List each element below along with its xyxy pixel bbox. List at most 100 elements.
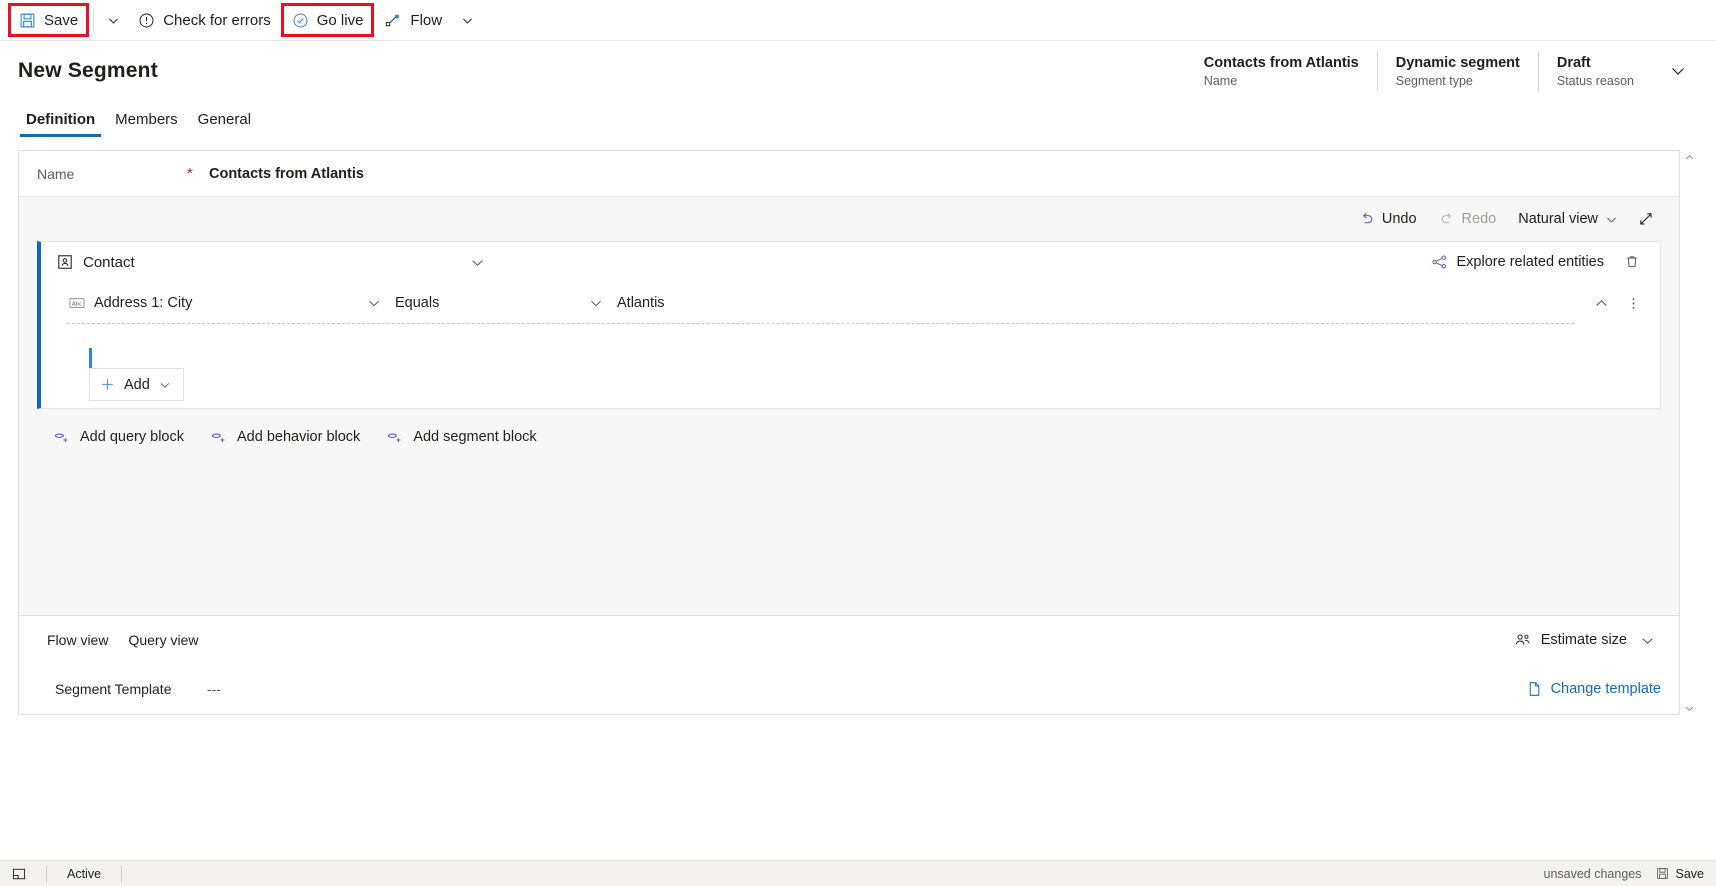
save-icon (1656, 867, 1669, 880)
flow-options-caret[interactable] (452, 5, 482, 35)
more-vertical-icon (1632, 297, 1634, 309)
estimate-size-button[interactable]: Estimate size (1513, 632, 1627, 648)
delete-block-button[interactable] (1618, 248, 1646, 276)
change-template-label: Change template (1550, 681, 1661, 697)
name-field-label: Name (37, 165, 75, 182)
condition-attribute-selector[interactable]: Abc Address 1: City (69, 295, 361, 311)
condition-operator-caret[interactable] (583, 290, 609, 316)
divider (93, 9, 95, 31)
divider (46, 865, 47, 882)
add-condition-label: Add (124, 376, 150, 393)
related-entities-icon (1431, 254, 1448, 270)
view-mode-label: Natural view (1518, 211, 1598, 227)
tab-members[interactable]: Members (107, 111, 186, 137)
header-field-value: Contacts from Atlantis (1203, 54, 1359, 71)
header-field-label: Segment type (1395, 73, 1473, 88)
query-block-icon (53, 430, 70, 445)
tab-definition[interactable]: Definition (18, 111, 103, 137)
status-bar-left: Active (12, 865, 132, 882)
add-behavior-block-link[interactable]: Add behavior block (210, 429, 360, 445)
contact-entity-icon (57, 254, 73, 270)
header-field-status-reason[interactable]: Draft Status reason (1537, 51, 1652, 91)
go-live-button[interactable]: Go live (280, 3, 375, 37)
scroll-down-button[interactable] (1682, 701, 1696, 715)
add-query-block-link[interactable]: Add query block (53, 429, 184, 445)
check-for-errors-button[interactable]: Check for errors (128, 5, 281, 35)
segment-editor-page: Save Check for errors Go live Flow New S… (0, 0, 1716, 886)
plus-icon (100, 377, 115, 392)
query-block-header: Contact Explore related entities (41, 242, 1660, 282)
required-asterisk: * (187, 165, 193, 182)
status-save-button[interactable]: Save (1656, 866, 1705, 881)
flow-button[interactable]: Flow (374, 5, 452, 35)
condition-operator-label[interactable]: Equals (387, 295, 583, 311)
query-block-collapse-button[interactable] (465, 249, 491, 275)
condition-row-actions (1588, 290, 1646, 316)
header-field-label: Status reason (1556, 73, 1634, 88)
query-block-entity[interactable]: Contact (57, 254, 135, 271)
header-field-value: Dynamic segment (1395, 54, 1520, 71)
query-block-contact: Contact Explore related entities Abc Add… (37, 241, 1661, 409)
tab-general[interactable]: General (190, 111, 259, 137)
condition-more-button[interactable] (1620, 290, 1646, 316)
behavior-block-icon (210, 430, 227, 445)
name-field-row: Name * Contacts from Atlantis (19, 151, 1679, 197)
name-field-value[interactable]: Contacts from Atlantis (209, 166, 364, 182)
expand-diagonal-icon (1640, 213, 1652, 225)
footer-template-row: Segment Template --- Change template (19, 664, 1679, 714)
chevron-down-icon (369, 300, 379, 307)
chevron-up-icon (1685, 154, 1693, 159)
chevron-up-icon (1595, 299, 1607, 306)
flow-view-tab[interactable]: Flow view (37, 632, 118, 648)
header-expand-button[interactable] (1664, 57, 1692, 85)
change-template-button[interactable]: Change template (1527, 681, 1661, 697)
chevron-down-icon (472, 259, 483, 266)
chevron-down-icon (108, 18, 118, 24)
definition-panel: Name * Contacts from Atlantis Undo Redo … (18, 150, 1680, 715)
redo-icon (1439, 211, 1455, 227)
save-options-caret[interactable] (98, 5, 128, 35)
chevron-down-icon (462, 18, 472, 24)
header-field-label: Name (1203, 73, 1238, 88)
tab-label: General (197, 111, 252, 128)
add-condition-button[interactable]: Add (89, 368, 184, 401)
header-field-segment-type[interactable]: Dynamic segment Segment type (1376, 51, 1538, 91)
tab-label: Definition (26, 111, 96, 128)
add-segment-block-link[interactable]: Add segment block (386, 429, 537, 445)
segment-block-icon (386, 430, 403, 445)
status-bar: Active unsaved changes Save (0, 860, 1716, 886)
text-field-abc-icon: Abc (69, 296, 85, 310)
flow-label: Flow (410, 11, 443, 29)
form-icon[interactable] (12, 867, 26, 881)
chevron-down-icon (1605, 213, 1618, 226)
query-block-entity-label: Contact (83, 253, 135, 271)
condition-value-field[interactable]: Atlantis (609, 295, 665, 311)
panel-scrollbar[interactable] (1682, 150, 1696, 715)
undo-button[interactable]: Undo (1350, 204, 1426, 234)
save-button[interactable]: Save (8, 3, 90, 37)
query-canvas: Undo Redo Natural view Contact Explore r… (19, 197, 1679, 615)
condition-row: Abc Address 1: City Equals Atlantis (41, 282, 1660, 324)
condition-attribute-caret[interactable] (361, 290, 387, 316)
footer-view-row: Flow view Query view Estimate size (19, 616, 1679, 664)
query-view-tab[interactable]: Query view (118, 632, 208, 648)
expand-canvas-button[interactable] (1631, 204, 1661, 234)
add-behavior-block-label: Add behavior block (236, 429, 361, 445)
block-connector-line (89, 348, 92, 368)
view-mode-selector[interactable]: Natural view (1509, 204, 1627, 234)
scroll-up-button[interactable] (1682, 150, 1696, 164)
header-field-name[interactable]: Contacts from Atlantis Name (1186, 51, 1377, 91)
chevron-down-icon (1685, 706, 1693, 711)
check-for-errors-label: Check for errors (163, 11, 271, 29)
query-view-label: Query view (128, 632, 199, 648)
status-save-label: Save (1675, 866, 1705, 881)
flow-view-label: Flow view (47, 632, 109, 648)
explore-related-entities-button[interactable]: Explore related entities (1431, 254, 1604, 270)
condition-collapse-button[interactable] (1588, 290, 1614, 316)
estimate-expand-button[interactable] (1633, 626, 1661, 654)
header-fields: Contacts from Atlantis Name Dynamic segm… (1186, 49, 1692, 93)
save-icon (19, 12, 36, 29)
tab-label: Members (115, 111, 178, 128)
canvas-toolbar: Undo Redo Natural view (19, 197, 1679, 241)
condition-attribute-label: Address 1: City (94, 295, 193, 311)
